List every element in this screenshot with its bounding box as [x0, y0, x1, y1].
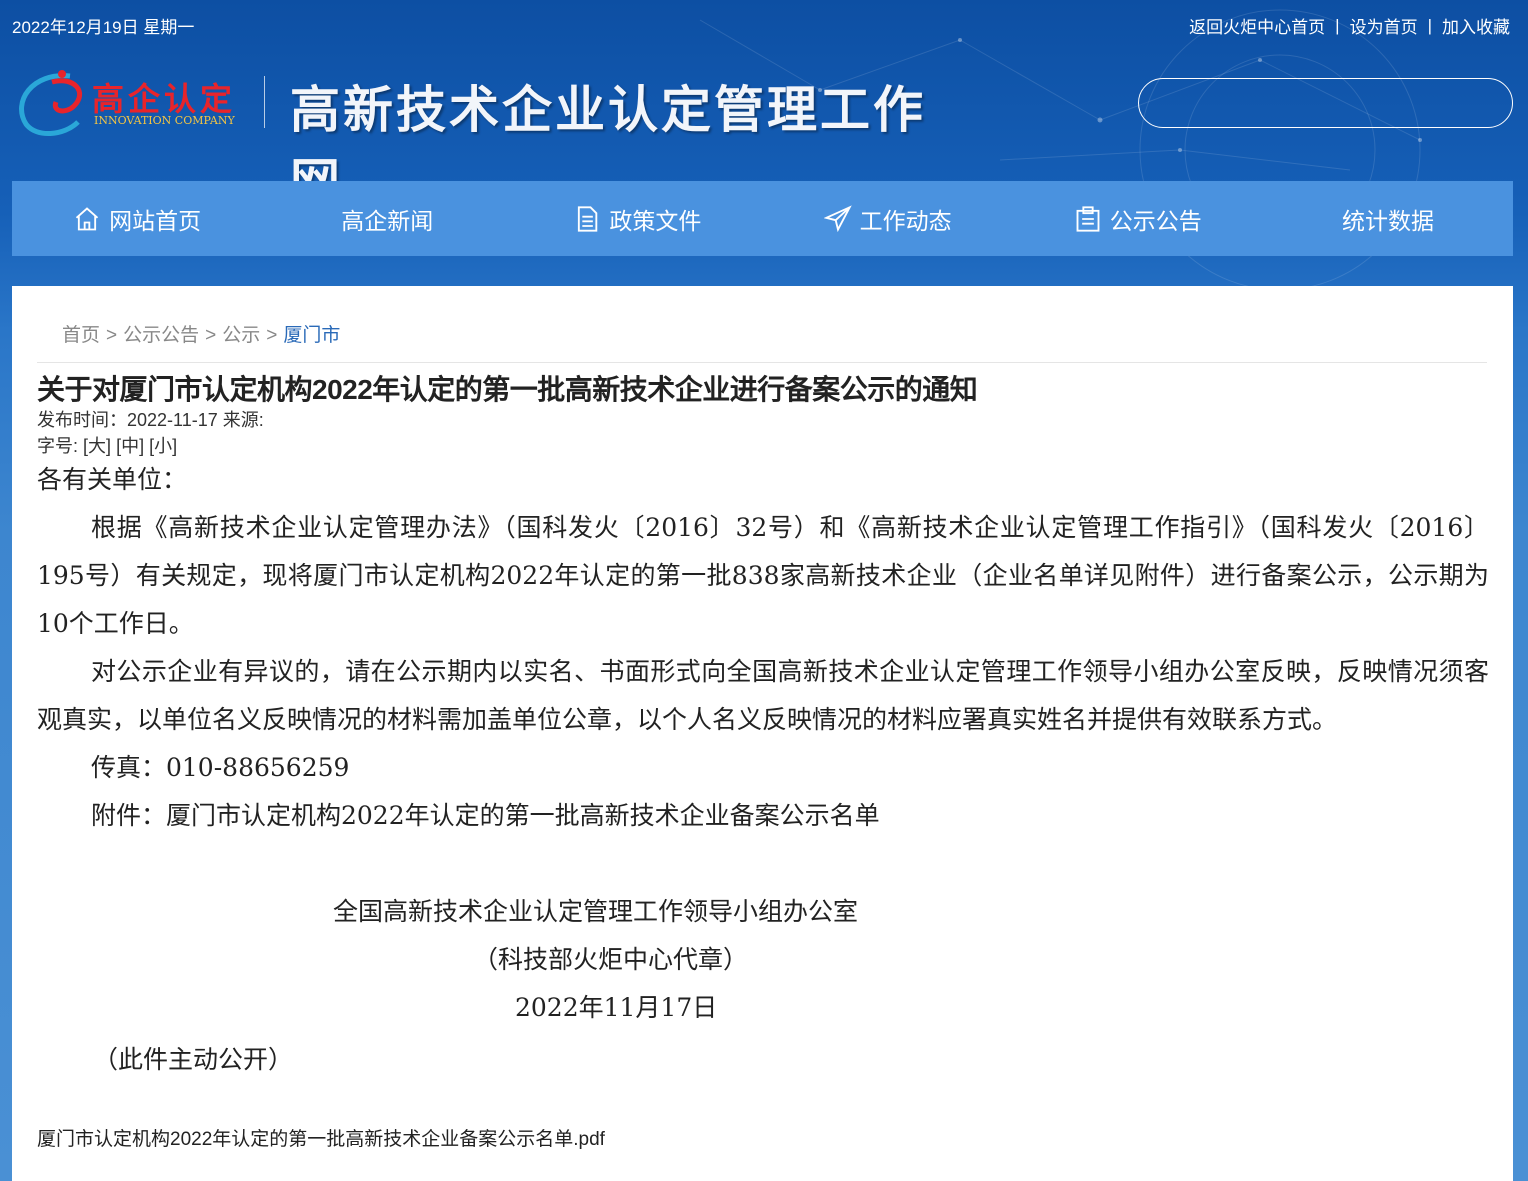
logo-subtext: INNOVATION COMPANY — [94, 114, 235, 127]
article-meta: 发布时间：2022-11-17 来源: — [37, 406, 264, 432]
signature-org: 全国高新技术企业认定管理工作领导小组办公室 — [333, 897, 859, 926]
link-add-favorite[interactable]: 加入收藏 — [1442, 13, 1510, 38]
breadcrumb-separator: > — [106, 325, 118, 346]
logo-divider — [264, 76, 265, 128]
logo-area[interactable]: 高企认定 INNOVATION COMPANY 高新技术企业认定管理工作网 — [12, 62, 972, 211]
paragraph: 对公示企业有异议的，请在公示期内以实名、书面形式向全国高新技术企业认定管理工作领… — [37, 657, 1489, 734]
nav-item-news[interactable]: 高企新闻 — [262, 181, 512, 256]
breadcrumb-home[interactable]: 首页 — [62, 325, 100, 346]
current-date: 2022年12月19日 星期一 — [12, 18, 195, 37]
top-links: 返回火炬中心首页 | 设为首页 | 加入收藏 — [1189, 13, 1510, 38]
signature-date: 2022年11月17日 — [515, 993, 718, 1022]
attachment-pdf-link[interactable]: 厦门市认定机构2022年认定的第一批高新技术企业备案公示名单.pdf — [37, 1124, 605, 1151]
breadcrumb-current[interactable]: 厦门市 — [283, 325, 340, 346]
font-size-label: 字号: — [37, 436, 79, 456]
content-panel: 首页 > 公示公告 > 公示 > 厦门市 关于对厦门市认定机构2022年认定的第一批高新技术… — [12, 286, 1513, 1181]
font-size-medium[interactable]: [中] — [116, 436, 144, 456]
breadcrumb-separator: > — [266, 325, 278, 346]
nav-label: 公示公告 — [1109, 207, 1202, 234]
public-note: （此件主动公开） — [93, 1045, 294, 1074]
font-size-small[interactable]: [小] — [149, 436, 177, 456]
nav-label: 工作动态 — [859, 207, 952, 234]
paragraph: 根据《高新技术企业认定管理办法》（国科发火〔2016〕32号）和《高新技术企业认… — [37, 513, 1489, 638]
nav-item-updates[interactable]: 工作动态 — [763, 181, 1013, 256]
link-set-homepage[interactable]: 设为首页 — [1350, 13, 1418, 38]
article-body: 各有关单位： 根据《高新技术企业认定管理办法》（国科发火〔2016〕32号）和《… — [37, 456, 1489, 1084]
search-input[interactable] — [1138, 78, 1513, 128]
divider: | — [1427, 15, 1432, 35]
breadcrumb-publicity[interactable]: 公示 — [222, 325, 260, 346]
publish-label: 发布时间： — [37, 410, 127, 430]
article-title: 关于对厦门市认定机构2022年认定的第一批高新技术企业进行备案公示的通知 — [37, 374, 978, 405]
breadcrumb-announcements[interactable]: 公示公告 — [123, 325, 199, 346]
attachment-line: 附件：厦门市认定机构2022年认定的第一批高新技术企业备案公示名单 — [91, 801, 880, 830]
nav-item-announcements[interactable]: 公示公告 — [1013, 181, 1263, 256]
nav-item-statistics[interactable]: 统计数据 — [1263, 181, 1513, 256]
paper-plane-icon — [823, 204, 852, 232]
link-torch-home[interactable]: 返回火炬中心首页 — [1189, 13, 1325, 38]
signature-proxy: （科技部火炬中心代章） — [473, 945, 749, 974]
breadcrumb: 首页 > 公示公告 > 公示 > 厦门市 — [62, 320, 340, 347]
document-icon — [578, 205, 598, 232]
breadcrumb-divider — [37, 362, 1487, 363]
clipboard-icon — [1076, 205, 1100, 232]
source-label: 来源: — [222, 410, 264, 430]
font-size-controls: 字号: [大] [中] [小] — [37, 432, 177, 458]
font-size-large[interactable]: [大] — [83, 436, 111, 456]
publish-date: 2022-11-17 — [127, 410, 218, 430]
nav-label: 高企新闻 — [341, 207, 434, 234]
top-bar: 2022年12月19日 星期一 返回火炬中心首页 | 设为首页 | 加入收藏 — [0, 0, 1528, 48]
nav-label: 政策文件 — [609, 207, 702, 234]
nav-label: 统计数据 — [1341, 207, 1434, 234]
nav-label: 网站首页 — [109, 207, 202, 234]
divider: | — [1335, 15, 1340, 35]
home-icon — [75, 206, 99, 230]
breadcrumb-separator: > — [205, 325, 217, 346]
nav-item-policy[interactable]: 政策文件 — [512, 181, 762, 256]
main-nav: 网站首页 高企新闻 政策文件 工作动态 公示公告 统计数据 — [12, 181, 1513, 256]
salutation: 各有关单位： — [37, 465, 188, 494]
nav-item-home[interactable]: 网站首页 — [12, 181, 262, 256]
fax-line: 传真：010-88656259 — [91, 753, 350, 782]
